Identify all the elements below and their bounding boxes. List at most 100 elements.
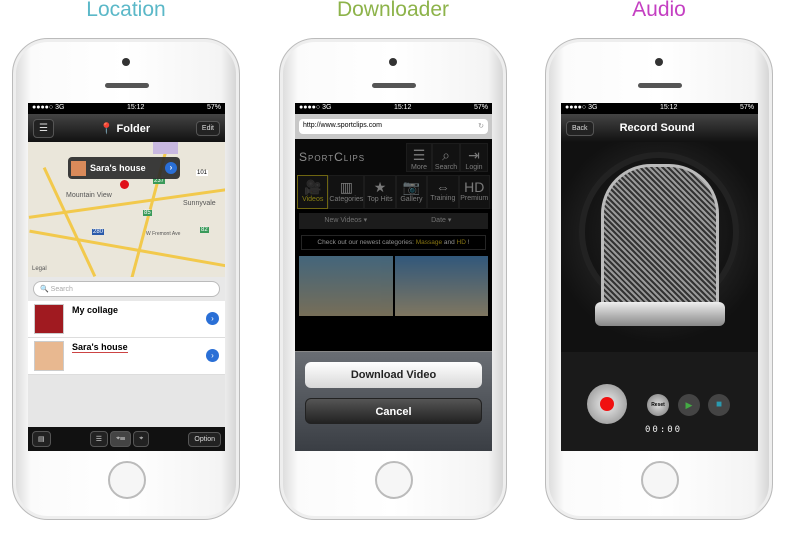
more-button[interactable]: ☰ More bbox=[406, 142, 432, 172]
back-button[interactable]: Back bbox=[566, 120, 594, 136]
video-thumbnails bbox=[299, 256, 488, 316]
url-input[interactable]: http://www.sportclips.com ↻ bbox=[299, 119, 488, 134]
title-location: Location bbox=[86, 0, 166, 21]
phone-downloader: ●●●●○ 3G 15:12 57% http://www.sportclips.c… bbox=[279, 38, 507, 520]
camera bbox=[655, 58, 663, 66]
clock: 15:12 bbox=[393, 104, 412, 111]
title-downloader: Downloader bbox=[336, 0, 450, 21]
item-label: My collage bbox=[72, 305, 119, 315]
search-placeholder: Search bbox=[50, 286, 73, 293]
title-audio: Audio bbox=[632, 0, 686, 21]
category-tabs: 🎥 Videos ▥ Categories ★ Top Hits 📷 Gallery ⇔… bbox=[295, 175, 492, 209]
record-button[interactable] bbox=[587, 384, 627, 424]
home-button[interactable] bbox=[108, 461, 146, 499]
camera bbox=[389, 58, 397, 66]
cancel-button[interactable]: Cancel bbox=[305, 398, 482, 424]
menu-button[interactable]: ☰ bbox=[33, 118, 54, 138]
web-content: SportClips ☰ More ⌕ Search ⇥ Login 🎥 Videos … bbox=[295, 139, 492, 316]
list-item[interactable]: Sara's house › bbox=[28, 338, 225, 375]
disclosure-icon[interactable]: › bbox=[206, 349, 219, 362]
battery: 57% bbox=[206, 104, 221, 111]
timer: 00:00 bbox=[645, 425, 683, 435]
callout-label: Sara's house bbox=[90, 163, 146, 173]
speaker bbox=[105, 83, 149, 88]
video-thumbnail[interactable] bbox=[299, 256, 393, 316]
tab-categories[interactable]: ▥ Categories bbox=[328, 175, 365, 209]
carrier: ●●●●○ 3G bbox=[565, 104, 598, 111]
tab-training[interactable]: ⇔ Training bbox=[427, 175, 459, 209]
status-bar: ●●●●○ 3G 15:12 57% bbox=[28, 103, 225, 114]
collage-thumbnail bbox=[34, 304, 64, 334]
status-bar: ●●●●○ 3G 15:12 57% bbox=[561, 103, 758, 114]
speaker bbox=[372, 83, 416, 88]
edit-button[interactable]: Edit bbox=[195, 120, 220, 136]
nav-bar: Back Record Sound bbox=[561, 114, 758, 142]
screen-downloader: ●●●●○ 3G 15:12 57% http://www.sportclips.c… bbox=[295, 103, 492, 451]
option-button[interactable]: Option bbox=[188, 431, 221, 447]
map-callout[interactable]: Sara's house › bbox=[68, 157, 180, 179]
map-label: Sunnyvale bbox=[183, 200, 216, 207]
home-button[interactable] bbox=[641, 461, 679, 499]
search-button[interactable]: ⌕ Search bbox=[432, 142, 460, 172]
map-label: 101 bbox=[196, 170, 209, 176]
clock: 15:12 bbox=[126, 104, 145, 111]
save-button[interactable]: ■ bbox=[708, 394, 730, 416]
battery: 57% bbox=[739, 104, 754, 111]
battery: 57% bbox=[473, 104, 488, 111]
search-input[interactable]: 🔍 Search bbox=[33, 281, 220, 297]
disclosure-icon[interactable]: › bbox=[165, 162, 177, 174]
view-segmented: ☰ ⌖☰ ⌖ bbox=[55, 431, 185, 447]
sportclips-logo: SportClips bbox=[299, 150, 366, 164]
list-view-button[interactable]: ☰ bbox=[89, 431, 109, 447]
play-button[interactable]: ▶ bbox=[678, 394, 700, 416]
hd-link[interactable]: HD bbox=[457, 239, 466, 246]
callout-avatar bbox=[71, 160, 86, 176]
tab-gallery[interactable]: 📷 Gallery bbox=[395, 175, 428, 209]
nav-title: Folder bbox=[116, 122, 151, 135]
video-thumbnail[interactable] bbox=[394, 256, 488, 316]
nav-bar: ☰ 📍 Folder Edit bbox=[28, 114, 225, 142]
legal-link[interactable]: Legal bbox=[32, 266, 47, 272]
action-sheet: Download Video Cancel bbox=[295, 351, 492, 451]
sara-thumbnail bbox=[34, 341, 64, 371]
map-label: 82 bbox=[200, 227, 209, 233]
carrier: ●●●●○ 3G bbox=[299, 104, 332, 111]
url-text: http://www.sportclips.com bbox=[303, 122, 382, 129]
map-label: W Fremont Ave bbox=[146, 231, 181, 237]
massage-link[interactable]: Massage bbox=[416, 239, 442, 246]
speaker bbox=[638, 83, 682, 88]
screen-audio: ●●●●○ 3G 15:12 57% Back Record Sound Reset… bbox=[561, 103, 758, 451]
login-button[interactable]: ⇥ Login bbox=[460, 142, 488, 172]
status-bar: ●●●●○ 3G 15:12 57% bbox=[295, 103, 492, 114]
bottom-toolbar: ▤ ☰ ⌖☰ ⌖ Option bbox=[28, 427, 225, 451]
sort-bar: New Videos ▾ Date ▾ bbox=[299, 213, 488, 229]
item-label: Sara's house bbox=[72, 342, 128, 353]
screen-location: ●●●●○ 3G 15:12 57% ☰ 📍 Folder Edit Mountai… bbox=[28, 103, 225, 451]
camera bbox=[122, 58, 130, 66]
map-label: Mountain View bbox=[66, 192, 112, 199]
home-button[interactable] bbox=[375, 461, 413, 499]
carrier: ●●●●○ 3G bbox=[32, 104, 65, 111]
promo-banner: Check out our newest categories: Massage… bbox=[301, 235, 486, 250]
download-video-button[interactable]: Download Video bbox=[305, 362, 482, 388]
map-pin-icon[interactable] bbox=[120, 180, 129, 189]
tab-top-hits[interactable]: ★ Top Hits bbox=[364, 175, 396, 209]
reload-icon[interactable]: ↻ bbox=[478, 122, 484, 131]
tab-videos[interactable]: 🎥 Videos bbox=[297, 175, 329, 209]
sort-new-videos[interactable]: New Videos ▾ bbox=[299, 213, 393, 229]
nav-title-wrap: 📍 Folder bbox=[100, 122, 150, 135]
url-bar: http://www.sportclips.com ↻ bbox=[295, 114, 492, 139]
nav-title: Record Sound bbox=[619, 122, 695, 134]
map-label: 85 bbox=[143, 210, 152, 216]
reset-button[interactable]: Reset bbox=[647, 394, 669, 416]
pin-icon: 📍 bbox=[99, 122, 114, 135]
clock: 15:12 bbox=[659, 104, 678, 111]
disclosure-icon[interactable]: › bbox=[206, 312, 219, 325]
map-view-button[interactable]: ⌖ bbox=[133, 431, 150, 447]
map-list-view-button[interactable]: ⌖☰ bbox=[110, 431, 132, 447]
notes-button[interactable]: ▤ bbox=[32, 431, 51, 447]
list-item[interactable]: My collage › bbox=[28, 301, 225, 338]
sort-date[interactable]: Date ▾ bbox=[395, 213, 489, 229]
map[interactable]: Mountain View Sunnyvale 101 85 237 280 8… bbox=[28, 142, 225, 277]
tab-premium[interactable]: HD Premium bbox=[458, 175, 490, 209]
